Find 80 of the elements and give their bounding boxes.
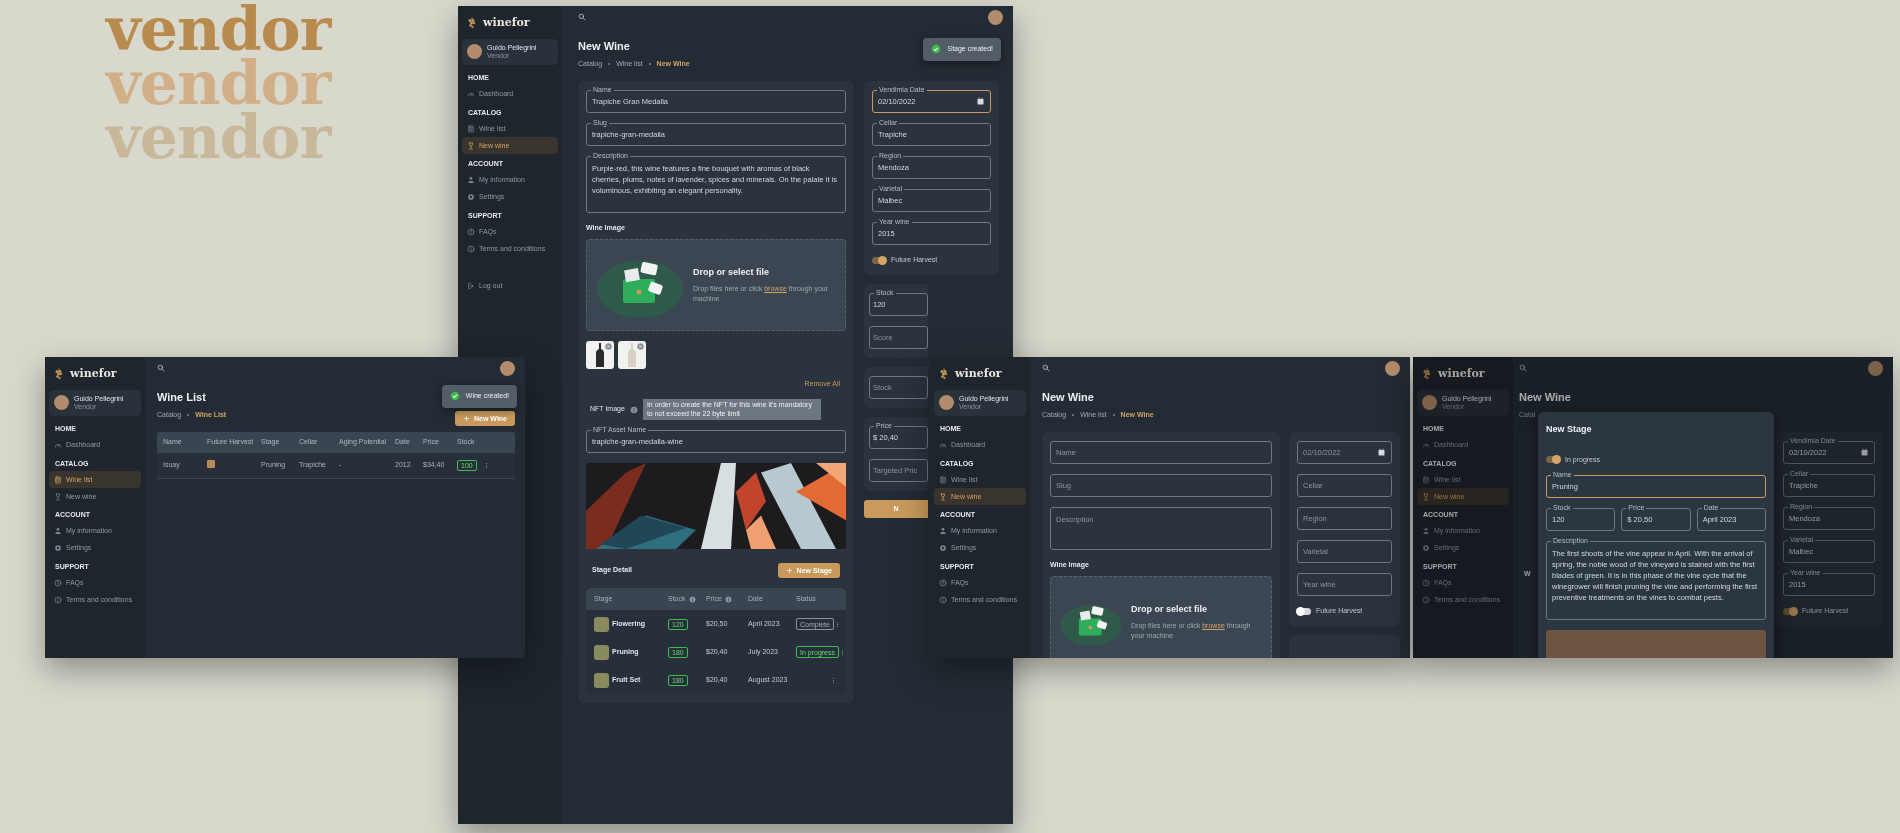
page-title: New Wine: [578, 39, 630, 54]
search-icon[interactable]: [1042, 364, 1050, 372]
search-icon[interactable]: [157, 364, 165, 372]
settings-icon: [939, 544, 947, 553]
search-icon[interactable]: [1519, 364, 1527, 372]
page-title: Wine List: [157, 390, 206, 405]
settings-icon: [1422, 544, 1430, 553]
info-icon: [939, 595, 947, 604]
dropzone-title: Drop or select file: [1131, 602, 1209, 616]
avatar: [54, 395, 69, 411]
page-title: New Wine: [1042, 390, 1094, 405]
avatar: [1868, 360, 1883, 376]
brand-name: winefor: [1438, 366, 1485, 382]
avatar: [1385, 360, 1400, 376]
gauge-icon: [1422, 441, 1430, 450]
wine-glass-icon: [54, 492, 62, 501]
list-icon: [54, 475, 62, 484]
plus-icon: [463, 415, 470, 422]
info-icon[interactable]: [629, 405, 638, 414]
headline-word: vendor: [106, 56, 331, 110]
person-icon: [54, 527, 62, 536]
bottle-icon: [628, 342, 636, 367]
list-icon: [939, 475, 947, 484]
logout-icon: [467, 281, 475, 290]
toggle-switch[interactable]: [1546, 456, 1560, 464]
dialog-title: New Stage: [1546, 423, 1593, 436]
info-icon[interactable]: [688, 595, 696, 603]
gauge-icon: [939, 441, 947, 450]
help-icon: [467, 227, 475, 236]
brand-name: winefor: [70, 366, 117, 382]
info-icon[interactable]: [724, 595, 732, 603]
close-icon[interactable]: [605, 342, 612, 350]
help-icon: [54, 578, 62, 587]
photo-placeholder: [594, 672, 609, 688]
person-icon: [1422, 527, 1430, 536]
headline-word: vendor: [106, 2, 331, 56]
toggle-switch[interactable]: [1297, 607, 1311, 615]
toggle-switch[interactable]: [1783, 607, 1797, 615]
calendar-icon[interactable]: [976, 97, 985, 106]
close-icon[interactable]: [637, 342, 644, 350]
grape-logo-icon: [53, 367, 65, 382]
avatar: [1422, 395, 1437, 411]
photo-placeholder: [594, 644, 609, 660]
gauge-icon: [467, 90, 475, 99]
plus-icon: [785, 567, 793, 574]
avatar: [467, 44, 482, 60]
avatar: [500, 360, 515, 376]
toggle-switch[interactable]: [872, 256, 886, 264]
page-title: New Wine: [1519, 390, 1571, 405]
info-icon: [1422, 595, 1430, 604]
calendar-icon[interactable]: [1860, 448, 1869, 457]
settings-icon: [467, 193, 475, 202]
bottle-icon: [596, 342, 604, 367]
photo-placeholder: [594, 616, 609, 632]
grape-logo-icon: [1421, 367, 1433, 382]
info-icon: [54, 595, 62, 604]
list-icon: [1422, 475, 1430, 484]
help-icon: [939, 578, 947, 587]
info-icon: [467, 244, 475, 253]
person-icon: [467, 176, 475, 185]
success-check-icon: [931, 44, 942, 55]
search-icon[interactable]: [578, 13, 586, 21]
help-icon: [1422, 578, 1430, 587]
avatar: [988, 9, 1003, 25]
brand-name: winefor: [955, 366, 1002, 382]
checkbox[interactable]: [207, 459, 215, 468]
success-check-icon: [449, 391, 460, 402]
person-icon: [939, 527, 947, 536]
wine-glass-icon: [1422, 492, 1430, 501]
wine-glass-icon: [467, 141, 475, 150]
list-icon: [467, 124, 475, 133]
dropzone-title: Drop or select file: [693, 265, 771, 279]
brand-name: winefor: [483, 15, 530, 31]
grape-logo-icon: [466, 16, 478, 31]
grape-logo-icon: [938, 367, 950, 382]
wine-glass-icon: [939, 492, 947, 501]
avatar: [939, 395, 954, 411]
calendar-icon[interactable]: [1377, 448, 1386, 457]
settings-icon: [54, 544, 62, 553]
gauge-icon: [54, 441, 62, 450]
